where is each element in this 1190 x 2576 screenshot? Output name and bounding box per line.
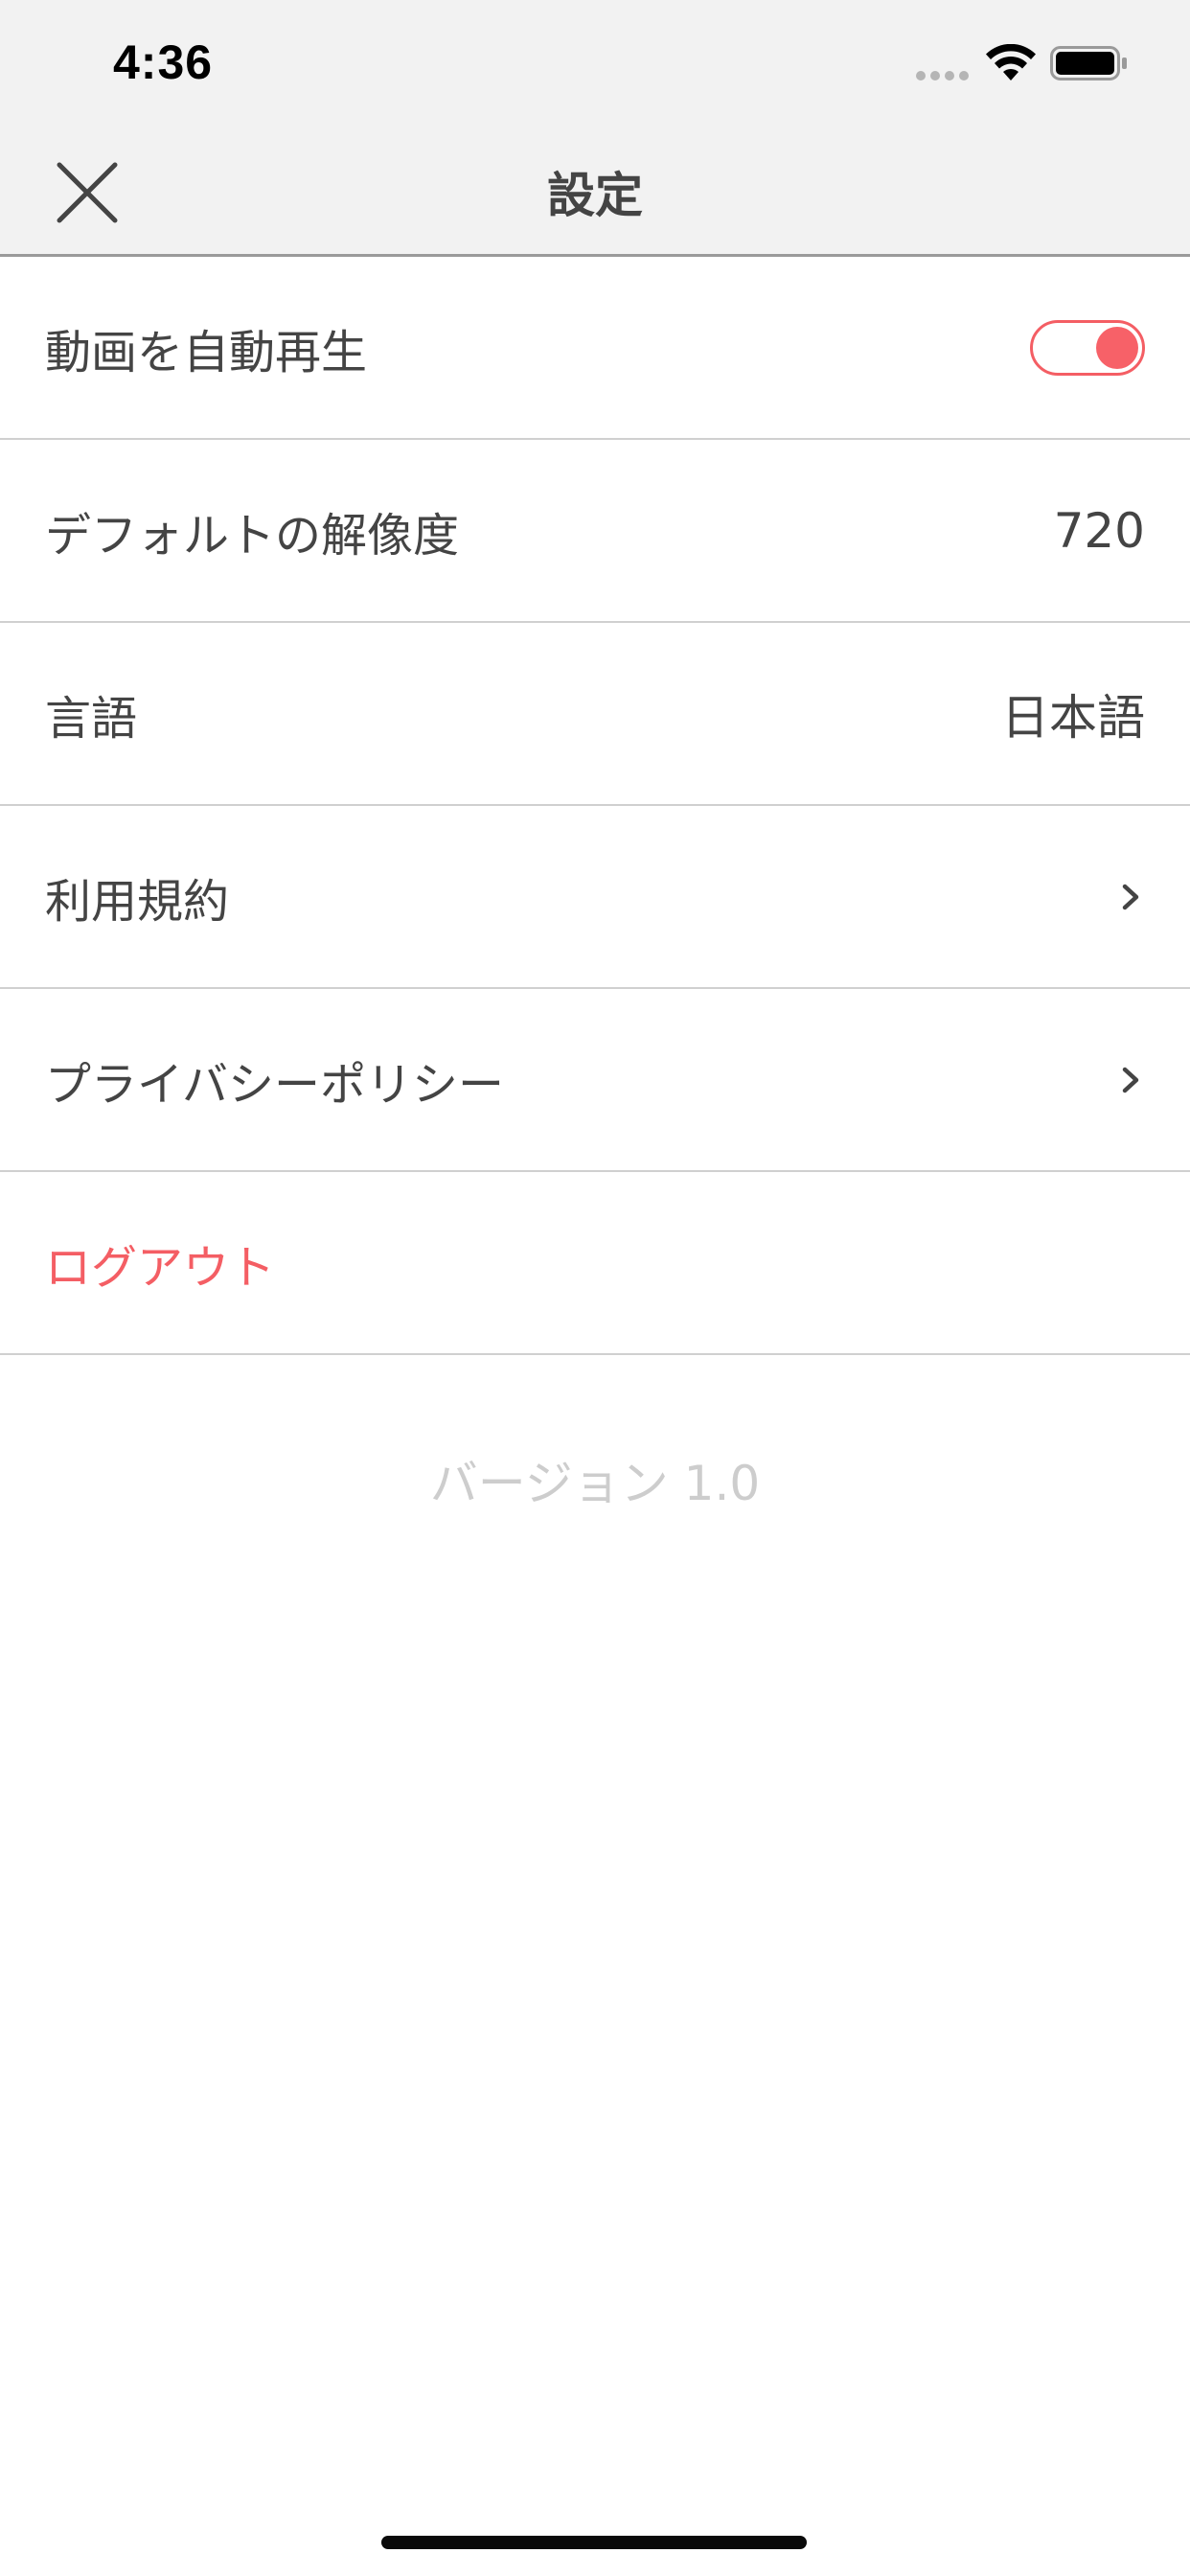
home-indicator[interactable] bbox=[381, 2536, 807, 2549]
navigation-bar: 設定 bbox=[0, 126, 1190, 257]
autoplay-label: 動画を自動再生 bbox=[45, 325, 368, 380]
language-value: 日本語 bbox=[1001, 689, 1145, 746]
resolution-value: 720 bbox=[1053, 502, 1145, 559]
settings-list: 動画を自動再生 デフォルトの解像度 720 言語 日本語 利用規約 プライバシー… bbox=[0, 257, 1190, 1355]
autoplay-row: 動画を自動再生 bbox=[0, 257, 1190, 440]
privacy-label: プライバシーポリシー bbox=[45, 1057, 505, 1112]
battery-icon bbox=[1050, 46, 1127, 80]
resolution-label: デフォルトの解像度 bbox=[45, 508, 460, 563]
terms-label: 利用規約 bbox=[45, 874, 230, 929]
status-time: 4:36 bbox=[113, 35, 214, 89]
version-label: バージョン 1.0 bbox=[429, 1456, 761, 1511]
page-title: 設定 bbox=[547, 168, 643, 223]
language-label: 言語 bbox=[45, 691, 138, 746]
logout-label: ログアウト bbox=[45, 1240, 276, 1295]
language-row[interactable]: 言語 日本語 bbox=[0, 623, 1190, 806]
chevron-right-icon bbox=[1122, 884, 1139, 909]
status-bar: 4:36 bbox=[0, 0, 1190, 126]
terms-row[interactable]: 利用規約 bbox=[0, 806, 1190, 989]
toggle-knob bbox=[1096, 326, 1138, 369]
autoplay-toggle[interactable] bbox=[1030, 319, 1145, 376]
resolution-row[interactable]: デフォルトの解像度 720 bbox=[0, 440, 1190, 623]
logout-row[interactable]: ログアウト bbox=[0, 1172, 1190, 1355]
cellular-signal-icon bbox=[916, 71, 969, 80]
privacy-row[interactable]: プライバシーポリシー bbox=[0, 989, 1190, 1172]
chevron-right-icon bbox=[1122, 1067, 1139, 1092]
wifi-icon bbox=[986, 44, 1036, 80]
